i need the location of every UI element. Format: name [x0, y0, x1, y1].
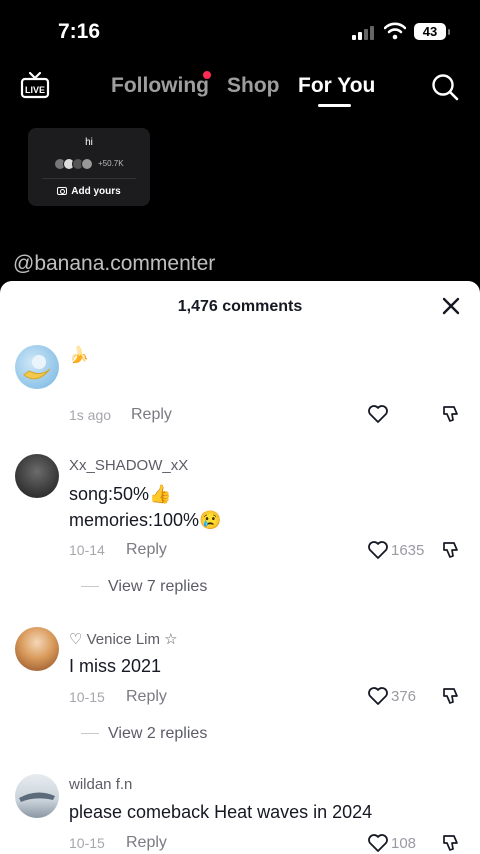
- sticker-title: hi: [85, 137, 93, 148]
- video-username[interactable]: @banana.commenter: [13, 252, 215, 276]
- notification-dot: [203, 71, 211, 79]
- wifi-icon: [384, 22, 406, 40]
- top-nav: LIVE Following Shop For You: [0, 62, 480, 112]
- comment-date: 10-14: [69, 542, 105, 558]
- comments-count-title: 1,476 comments: [177, 298, 303, 315]
- comment-text: please comeback Heat waves in 2024: [69, 802, 373, 822]
- like-heart-icon[interactable]: [367, 685, 389, 707]
- like-count: 376: [391, 688, 417, 705]
- reply-button[interactable]: Reply: [131, 406, 172, 424]
- like-count: 108: [391, 835, 417, 852]
- like-count: 1635: [391, 542, 425, 559]
- status-time: 7:16: [58, 20, 101, 43]
- like-heart-icon[interactable]: [367, 539, 389, 561]
- reply-button[interactable]: Reply: [126, 688, 167, 706]
- replies-divider: [81, 586, 99, 587]
- dislike-icon[interactable]: [441, 833, 461, 853]
- view-replies-button[interactable]: View 7 replies: [108, 578, 207, 596]
- battery-indicator: 43: [414, 23, 450, 40]
- avatar[interactable]: [15, 627, 59, 671]
- airplane-avatar-icon: [19, 792, 55, 802]
- search-icon[interactable]: [430, 72, 460, 102]
- camera-icon: [57, 187, 68, 195]
- comment-author[interactable]: wildan f.n: [69, 776, 132, 793]
- add-yours-sticker[interactable]: hi +50.7K Add yours: [28, 128, 150, 206]
- avatar[interactable]: [15, 345, 59, 389]
- avatar[interactable]: [15, 454, 59, 498]
- like-heart-icon[interactable]: [367, 403, 389, 425]
- avatar[interactable]: [15, 774, 59, 818]
- active-tab-indicator: [318, 104, 351, 107]
- live-label: LIVE: [25, 85, 45, 95]
- tab-following[interactable]: Following: [111, 74, 209, 98]
- view-replies-button[interactable]: View 2 replies: [108, 725, 207, 743]
- divider: [42, 178, 136, 179]
- comment-text: I miss 2021: [69, 656, 162, 676]
- live-icon[interactable]: LIVE: [20, 70, 50, 100]
- dislike-icon[interactable]: [441, 686, 461, 706]
- status-bar: 7:16 43: [0, 0, 480, 60]
- comment-text: 🍌: [69, 347, 89, 364]
- close-icon[interactable]: [440, 295, 462, 317]
- add-yours-label: Add yours: [71, 186, 121, 197]
- comment-date: 10-15: [69, 689, 105, 705]
- dislike-icon[interactable]: [441, 404, 461, 424]
- reply-button[interactable]: Reply: [126, 834, 167, 852]
- banana-avatar-icon: [23, 355, 51, 380]
- comment-author[interactable]: Xx_SHADOW_xX: [69, 457, 188, 474]
- comment-date: 1s ago: [69, 407, 112, 423]
- reply-button[interactable]: Reply: [126, 541, 167, 559]
- comment-author[interactable]: ♡ Venice Lim ☆: [69, 630, 178, 648]
- replies-divider: [81, 733, 99, 734]
- tab-for-you[interactable]: For You: [298, 74, 375, 98]
- add-yours-button[interactable]: Add yours: [28, 186, 150, 197]
- participant-avatars: [54, 158, 94, 170]
- comment-date: 10-15: [69, 835, 105, 851]
- signal-icon: [352, 26, 374, 40]
- comment-text-line-2: memories:100%😢: [69, 510, 222, 530]
- tab-shop[interactable]: Shop: [227, 74, 280, 98]
- comment-text: song:50%👍: [69, 484, 172, 504]
- sticker-count: +50.7K: [98, 159, 124, 168]
- like-heart-icon[interactable]: [367, 832, 389, 854]
- comments-sheet: 1,476 comments 🍌 1s ago Reply Xx_SHADOW_…: [0, 281, 480, 854]
- dislike-icon[interactable]: [441, 540, 461, 560]
